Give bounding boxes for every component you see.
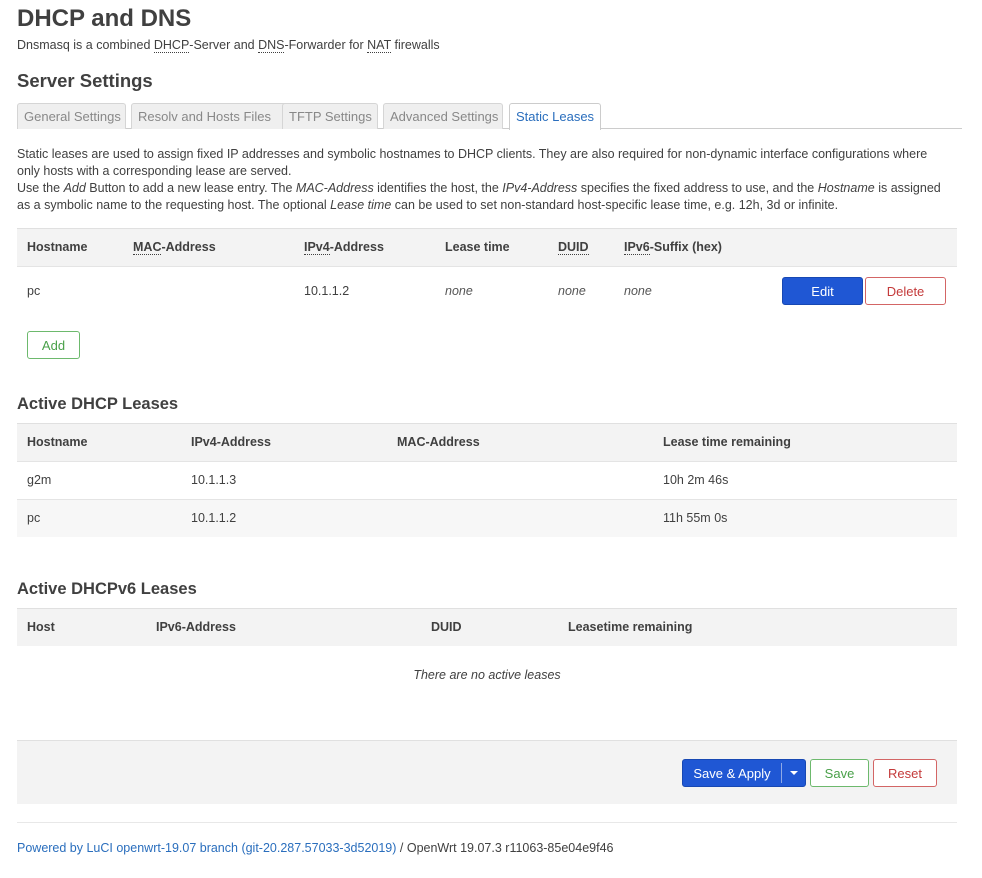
subtitle-text: -Forwarder for: [284, 38, 368, 52]
col-duid: DUID: [431, 620, 462, 634]
col-mac-address: MAC-Address: [397, 435, 480, 449]
tab-tftp-settings[interactable]: TFTP Settings: [282, 103, 378, 129]
desc-text: Use the: [17, 181, 64, 195]
col-host: Host: [27, 620, 55, 634]
add-button[interactable]: Add: [27, 331, 80, 359]
desc-text: specifies the fixed address to use, and …: [577, 181, 818, 195]
server-settings-heading: Server Settings: [17, 70, 153, 91]
no-leases-message: There are no active leases: [413, 668, 561, 682]
cell-duid: none: [558, 284, 586, 298]
footer: Powered by LuCI openwrt-19.07 branch (gi…: [17, 841, 613, 855]
abbr-ipv6: IPv6: [624, 240, 650, 255]
dhcpv6-leases-table: Host IPv6-Address DUID Leasetime remaini…: [17, 608, 957, 646]
active-dhcpv6-leases-heading: Active DHCPv6 Leases: [17, 580, 197, 598]
active-dhcp-leases-heading: Active DHCP Leases: [17, 395, 179, 413]
desc-emph-hostname: Hostname: [817, 181, 875, 195]
caret-down-icon: [790, 771, 798, 775]
static-leases-table: Hostname MAC-Address IPv4-Address Lease …: [17, 228, 957, 314]
description-line-2: Use the Add Button to add a new lease en…: [17, 180, 947, 214]
desc-text: identifies the host, the: [373, 181, 503, 195]
desc-text: Button to add a new lease entry. The: [85, 181, 296, 195]
save-button[interactable]: Save: [810, 759, 869, 787]
desc-emph-ipv4: IPv4-Address: [502, 181, 578, 195]
page-title: DHCP and DNS: [17, 5, 192, 32]
col-mac-address: MAC-Address: [133, 229, 216, 266]
table-row: pc 10.1.1.2 11h 55m 0s: [17, 499, 957, 537]
cell-ipv4: 10.1.1.2: [191, 511, 237, 525]
col-hostname: Hostname: [27, 435, 88, 449]
tab-general-settings[interactable]: General Settings: [17, 103, 126, 129]
cell-lease-time: none: [445, 284, 473, 298]
cell-lease-remaining: 11h 55m 0s: [663, 511, 728, 525]
dhcp-leases-table: Hostname IPv4-Address MAC-Address Lease …: [17, 423, 957, 537]
abbr-duid: DUID: [558, 240, 589, 255]
desc-text: can be used to set non-standard host-spe…: [391, 198, 839, 212]
edit-button[interactable]: Edit: [782, 277, 863, 305]
save-apply-split-button: Save & Apply: [682, 759, 806, 787]
header-text: -Address: [161, 240, 216, 254]
col-ipv6-suffix: IPv6-Suffix (hex): [624, 229, 722, 266]
reset-button[interactable]: Reset: [873, 759, 937, 787]
col-lease-time: Lease time: [445, 240, 510, 254]
table-header-row: Host IPv6-Address DUID Leasetime remaini…: [17, 608, 957, 646]
col-leasetime-remaining: Leasetime remaining: [568, 620, 693, 634]
abbr-mac: MAC: [133, 240, 162, 255]
abbr-dns: DNS: [258, 38, 285, 53]
cell-lease-remaining: 10h 2m 46s: [663, 473, 729, 487]
footer-divider: [17, 822, 957, 823]
luci-version-link[interactable]: Powered by LuCI openwrt-19.07 branch (gi…: [17, 841, 396, 855]
col-hostname: Hostname: [27, 240, 88, 254]
cell-ipv4: 10.1.1.2: [304, 284, 350, 298]
table-header-row: Hostname MAC-Address IPv4-Address Lease …: [17, 228, 957, 266]
table-row: g2m 10.1.1.3 10h 2m 46s: [17, 461, 957, 499]
col-lease-remaining: Lease time remaining: [663, 435, 791, 449]
form-actions-bar: Save & Apply Save Reset: [17, 740, 957, 804]
header-text: -Address: [329, 240, 384, 254]
subtitle-text: Dnsmasq is a combined: [17, 38, 154, 52]
description-line-1: Static leases are used to assign fixed I…: [17, 147, 928, 178]
tab-resolv-hosts-files[interactable]: Resolv and Hosts Files: [131, 103, 293, 129]
cell-ipv4: 10.1.1.3: [191, 473, 237, 487]
settings-tabs: General Settings Resolv and Hosts Files …: [17, 103, 962, 130]
tab-static-leases[interactable]: Static Leases: [509, 103, 601, 130]
abbr-nat: NAT: [367, 38, 391, 53]
subtitle-text: firewalls: [391, 38, 440, 52]
desc-emph-lease-time: Lease time: [330, 198, 392, 212]
col-ipv4-address: IPv4-Address: [191, 435, 271, 449]
tab-advanced-settings[interactable]: Advanced Settings: [383, 103, 503, 129]
cell-hostname: pc: [27, 284, 41, 298]
subtitle-text: -Server and: [189, 38, 259, 52]
save-apply-dropdown-toggle[interactable]: [782, 760, 806, 786]
cell-hostname: g2m: [27, 473, 52, 487]
page-subtitle: Dnsmasq is a combined DHCP-Server and DN…: [17, 38, 440, 53]
desc-emph-mac: MAC-Address: [295, 181, 374, 195]
table-header-row: Hostname IPv4-Address MAC-Address Lease …: [17, 423, 957, 461]
col-duid: DUID: [558, 229, 589, 266]
save-apply-button[interactable]: Save & Apply: [683, 760, 781, 786]
header-text: -Suffix (hex): [649, 240, 722, 254]
abbr-ipv4: IPv4: [304, 240, 330, 255]
abbr-dhcp: DHCP: [153, 38, 190, 53]
col-ipv4-address: IPv4-Address: [304, 229, 384, 266]
cell-ipv6-suffix: none: [624, 284, 652, 298]
openwrt-version: / OpenWrt 19.07.3 r11063-85e04e9f46: [396, 841, 614, 855]
static-leases-description: Static leases are used to assign fixed I…: [17, 146, 947, 214]
cell-hostname: pc: [27, 511, 41, 525]
table-row: pc 10.1.1.2 none none none Edit Delete: [17, 266, 957, 314]
delete-button[interactable]: Delete: [865, 277, 946, 305]
desc-emph-add: Add: [63, 181, 86, 195]
col-ipv6-address: IPv6-Address: [156, 620, 236, 634]
